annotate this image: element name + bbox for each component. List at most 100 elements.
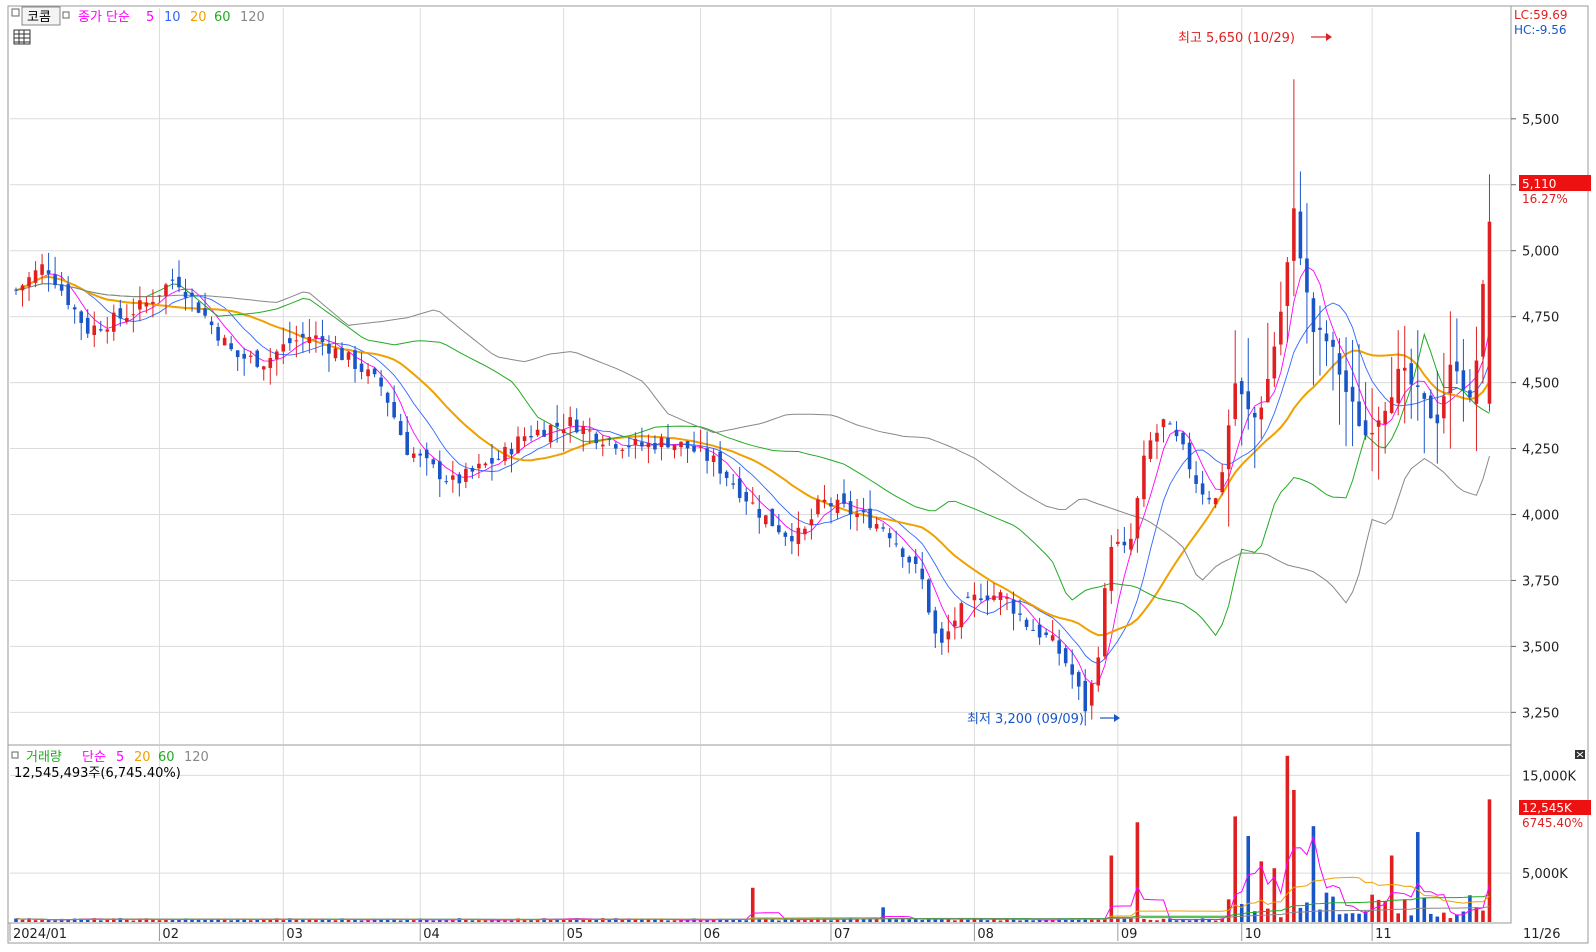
volume-tick-label: 5,000K <box>1522 867 1568 882</box>
price-tick-label: 3,750 <box>1522 574 1559 589</box>
candle-body <box>835 499 840 514</box>
candle-body <box>470 467 475 472</box>
volume-title: 거래량 <box>26 750 62 765</box>
volume-bar <box>835 919 840 922</box>
volume-bar <box>411 920 416 922</box>
volume-bar <box>483 920 488 922</box>
volume-bar <box>1037 919 1042 922</box>
table-icon[interactable] <box>13 29 31 45</box>
candle-body <box>848 501 853 515</box>
volume-bar <box>1402 899 1407 922</box>
candle-body <box>1057 640 1061 654</box>
volume-bar <box>666 920 670 922</box>
candle-body <box>946 631 951 640</box>
volume-bar <box>1142 918 1146 922</box>
volume-bar <box>1429 913 1433 922</box>
candle-body <box>379 377 383 387</box>
candle-body <box>398 421 403 435</box>
candle-body <box>1103 588 1107 657</box>
stock-chart[interactable]: 5,5005,2505,0004,7504,5004,2504,0003,750… <box>0 0 1596 949</box>
volume-bar <box>33 920 38 922</box>
volume-bar <box>1409 915 1414 922</box>
candle-body <box>666 438 670 448</box>
volume-bar <box>1357 913 1361 922</box>
candle-body <box>327 343 331 354</box>
volume-bar <box>1389 855 1394 922</box>
candle-body <box>1357 401 1361 426</box>
candle-body <box>1305 258 1309 293</box>
candle-body <box>477 463 481 469</box>
candle-body <box>366 369 370 377</box>
candle-body <box>953 620 957 627</box>
candle-body <box>587 430 592 432</box>
candle-body <box>933 610 938 634</box>
candle-body <box>1402 367 1407 371</box>
date-label: 05 <box>567 927 584 942</box>
volume-bar <box>822 919 827 922</box>
volume-bar <box>470 920 475 922</box>
candle-body <box>392 401 396 418</box>
date-label: 07 <box>834 927 851 942</box>
candle-body <box>1279 311 1283 345</box>
volume-bar <box>1292 790 1296 922</box>
volume-bar <box>1135 822 1140 922</box>
candle-body <box>340 348 344 360</box>
candle-body <box>966 596 970 598</box>
volume-bar <box>953 920 957 922</box>
volume-bar <box>620 919 625 922</box>
candle-body <box>653 442 657 450</box>
candle-body <box>1155 432 1159 442</box>
candle-body <box>437 461 442 480</box>
candle-body <box>763 515 768 525</box>
candle-body <box>301 333 305 338</box>
candle-body <box>861 510 866 513</box>
candle-body <box>144 302 149 307</box>
candle-body <box>1233 383 1237 420</box>
volume-bar <box>398 920 403 922</box>
volume-bar <box>861 919 866 922</box>
candle-body <box>1474 360 1479 404</box>
candle-body <box>418 453 423 456</box>
ma-period-5: 5 <box>146 10 154 25</box>
candle-body <box>1442 396 1446 419</box>
volume-bar <box>594 919 599 922</box>
candle-body <box>196 302 201 313</box>
candle-body <box>177 276 181 288</box>
stock-name[interactable]: 코콤 <box>27 10 51 25</box>
candle-body <box>561 429 566 434</box>
candle-body <box>1487 221 1492 404</box>
candle-body <box>320 336 325 343</box>
close-icon[interactable] <box>1575 750 1585 759</box>
candle-body <box>248 355 253 357</box>
candle-body <box>711 455 716 463</box>
candle-body <box>1024 619 1029 627</box>
candle-body <box>112 312 116 332</box>
candle-body <box>1122 541 1127 546</box>
volume-bar <box>1350 913 1355 922</box>
candle-body <box>574 419 579 433</box>
candle-body <box>744 492 749 502</box>
candle-body <box>346 352 351 360</box>
candle-body <box>1376 420 1381 427</box>
candle-body <box>431 459 436 465</box>
candle-body <box>881 527 885 529</box>
volume-bar <box>1181 919 1185 922</box>
candle-body <box>1350 386 1355 402</box>
volume-badge-value: 12,545K <box>1522 801 1573 815</box>
candle-body <box>1018 613 1022 615</box>
volume-bar <box>705 920 709 922</box>
price-tick-label: 4,000 <box>1522 508 1559 523</box>
volume-bar <box>1376 899 1381 922</box>
candle-body <box>992 595 996 600</box>
candle-body <box>314 335 318 339</box>
volume-bar <box>581 919 586 922</box>
volume-bar <box>1422 897 1427 922</box>
volume-bar <box>177 919 181 922</box>
candle-body <box>724 471 729 478</box>
candle-body <box>411 453 416 458</box>
candle-body <box>275 351 279 360</box>
candle-body <box>1050 635 1055 641</box>
candle-body <box>770 508 775 527</box>
volume-bar <box>985 920 990 922</box>
candle-body <box>457 474 462 484</box>
